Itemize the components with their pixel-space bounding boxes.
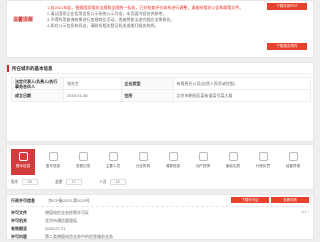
license-record: 行政许可信息 京ICP备2023-第2023号 下载许可证 查看详情 1/1 ›… (6, 194, 314, 240)
tab-item[interactable]: 动产抵押 (191, 149, 215, 175)
tab-label: 动产抵押 (195, 164, 211, 168)
notice-panel: 温馨提醒 1.自2021年起，根据国家相关法规和全国统一标准，已对检查评价体系进… (6, 0, 314, 58)
field-value: 增值电信业务经营许可证 (45, 210, 89, 215)
count-item: 人员 12 (99, 179, 126, 187)
edit-icon (78, 152, 88, 161)
gavel-icon (258, 152, 268, 161)
table-row: 成立日期 2019-01-05 住所 北京市朝阳区某街道某号某大厦 (11, 89, 311, 102)
count-value: 17 (65, 179, 82, 185)
pager[interactable]: 1/1 › (301, 209, 309, 214)
record-header: 行政许可信息 京ICP备2023-第2023号 (11, 198, 90, 203)
download-attachment-button[interactable]: 下载报告附件 (267, 43, 307, 50)
count-value: 12 (109, 179, 126, 185)
record-title-label: 行政许可信息 (11, 198, 35, 203)
field-value: 2019-01-05 (63, 89, 122, 102)
field-label: 成立日期 (11, 89, 64, 102)
tab-item[interactable]: 变更记录 (71, 149, 95, 175)
field-label: 企业类型 (120, 77, 174, 90)
download-license-button[interactable]: 下载许可证 (231, 197, 269, 203)
count-label: 变更 (55, 180, 63, 184)
car-icon (198, 152, 208, 161)
tab-item[interactable]: 基本信息 (11, 149, 35, 175)
share-icon (228, 152, 238, 161)
count-value: 29 (21, 179, 38, 185)
field-value: 张先生 (63, 77, 122, 90)
tab-label: 行政处罚 (255, 164, 271, 168)
field-value: 2025-07-21 (45, 226, 66, 231)
section-title: 所在城市的基本信息 (12, 66, 53, 71)
tab-counts: 股东 29 变更 17 人员 12 (11, 179, 311, 187)
tab-item[interactable]: 主要人员 (101, 149, 125, 175)
count-label: 人员 (99, 180, 107, 184)
company-info-table: 法定代表人/负责人/执行事务合伙人 张先生 企业类型 有限责任公司(自然人投资或… (11, 77, 311, 102)
tab-label: 股权出质 (225, 164, 241, 168)
users-icon (48, 152, 58, 161)
field-label: 有效期至 (11, 226, 27, 231)
record-title-value: 京ICP备2023-第2023号 (48, 198, 90, 203)
notice-line: 4.如对公示信息有异议，请联系相关登记机关或拨打服务热线。 (47, 23, 159, 28)
tab-item[interactable]: 经营异常 (281, 149, 305, 175)
tab-label: 清算信息 (165, 164, 181, 168)
download-report-button[interactable]: 下载年报PDF (267, 3, 307, 10)
warning-icon (288, 152, 298, 161)
view-detail-button[interactable]: 查看详情 (271, 197, 309, 203)
field-label: 许可内容 (11, 234, 27, 239)
field-label: 许可机关 (11, 218, 27, 223)
field-value: 北京市朝阳区某街道某号某大厦 (172, 89, 311, 102)
section-accent-bar (7, 65, 9, 72)
count-label: 股东 (11, 180, 19, 184)
tab-label: 变更记录 (75, 164, 91, 168)
notice-side-label: 温馨提醒 (13, 17, 34, 23)
table-row: 法定代表人/负责人/执行事务合伙人 张先生 企业类型 有限责任公司(自然人投资或… (11, 77, 311, 90)
tab-item[interactable]: 股权出质 (221, 149, 245, 175)
tab-label: 股东信息 (45, 164, 61, 168)
tab-label: 主要人员 (105, 164, 121, 168)
tab-item[interactable]: 行政处罚 (251, 149, 275, 175)
field-label: 许可文件 (11, 210, 27, 215)
tab-item[interactable]: 股东信息 (41, 149, 65, 175)
field-value: 北京市通信管理局 (45, 218, 77, 223)
tab-label: 分支机构 (135, 164, 151, 168)
divider (11, 206, 309, 207)
tab-item[interactable]: 分支机构 (131, 149, 155, 175)
tab-label: 经营异常 (285, 164, 301, 168)
count-item: 变更 17 (55, 179, 82, 187)
count-item: 股东 29 (11, 179, 38, 187)
field-label: 法定代表人/负责人/执行事务合伙人 (11, 77, 64, 90)
tab-item[interactable]: 清算信息 (161, 149, 185, 175)
category-tabs: 基本信息 股东信息 变更记录 主要人员 分支机构 清算信息 动产抵押 股权出质 … (6, 144, 314, 190)
person-icon (108, 152, 118, 161)
field-value: 第二类增值电信业务中的信息服务业务 (45, 234, 113, 239)
clipboard-icon (168, 152, 178, 161)
field-label: 住所 (120, 89, 174, 102)
branch-icon (138, 152, 148, 161)
field-value: 有限责任公司(自然人投资或控股) (172, 77, 311, 90)
tab-label: 基本信息 (15, 164, 31, 168)
company-info-section: 所在城市的基本信息 法定代表人/负责人/执行事务合伙人 张先生 企业类型 有限责… (6, 62, 314, 142)
section-header: 所在城市的基本信息 (7, 63, 313, 74)
document-icon (18, 152, 28, 161)
